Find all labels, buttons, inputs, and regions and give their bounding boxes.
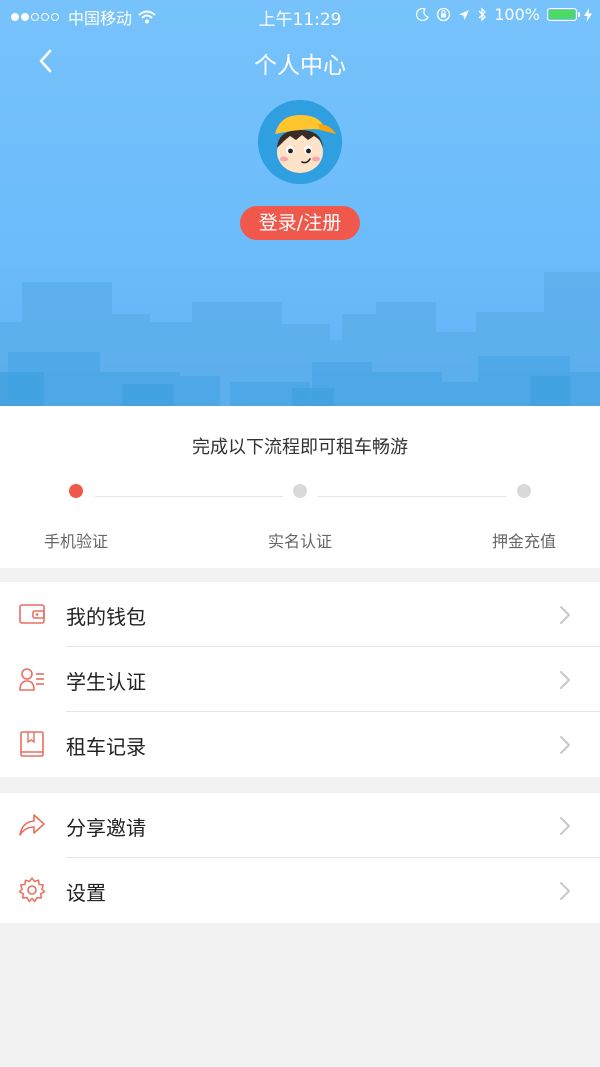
step-dot-phone (69, 484, 83, 498)
menu-label: 我的钱包 (66, 605, 146, 629)
login-register-button[interactable]: 登录/注册 (240, 206, 360, 240)
menu-item-wallet[interactable]: 我的钱包 (0, 582, 600, 647)
menu-item-student-verification[interactable]: 学生认证 (0, 647, 600, 712)
menu-item-share-invite[interactable]: 分享邀请 (0, 793, 600, 858)
menu-label: 租车记录 (66, 735, 146, 759)
battery-level-fill (549, 10, 575, 19)
menu-item-settings[interactable]: 设置 (0, 858, 600, 923)
status-bar: 中国移动 上午11:29 100% (0, 0, 600, 30)
menu-item-rental-records[interactable]: 租车记录 (0, 712, 600, 777)
chevron-right-icon (560, 882, 570, 900)
battery-icon (547, 8, 580, 21)
charging-bolt-icon (584, 7, 592, 22)
moon-icon (416, 8, 430, 21)
rotation-lock-icon (437, 7, 451, 22)
cartoon-avatar-icon (258, 100, 342, 184)
settings-gear-icon (18, 877, 46, 903)
bluetooth-icon (478, 7, 487, 22)
menu-group-other: 分享邀请 设置 (0, 793, 600, 923)
step-connector-line (95, 496, 283, 497)
menu-label: 学生认证 (66, 670, 146, 694)
step-label-realname-verification[interactable]: 实名认证 (240, 528, 360, 552)
menu-label: 设置 (66, 881, 106, 905)
student-id-icon (19, 668, 44, 691)
location-arrow-icon (459, 9, 470, 20)
status-bar-right: 100% (416, 5, 592, 24)
chevron-right-icon (560, 817, 570, 835)
record-book-icon (20, 731, 44, 757)
step-dot-realname (293, 484, 307, 498)
chevron-right-icon (560, 606, 570, 624)
step-dot-deposit (517, 484, 531, 498)
chevron-right-icon (560, 736, 570, 754)
menu-group-account: 我的钱包 学生认证 租车记录 (0, 582, 600, 777)
avatar[interactable] (258, 100, 342, 184)
wallet-icon (19, 604, 45, 624)
step-connector-line (318, 496, 506, 497)
onboarding-progress: 完成以下流程即可租车畅游 手机验证 实名认证 押金充值 (0, 406, 600, 568)
step-label-deposit-recharge[interactable]: 押金充值 (464, 528, 584, 552)
step-label-phone-verification[interactable]: 手机验证 (16, 528, 136, 552)
progress-title: 完成以下流程即可租车畅游 (192, 437, 408, 458)
page-title: 个人中心 (254, 53, 346, 79)
share-icon (19, 814, 45, 836)
chevron-right-icon (560, 671, 570, 689)
battery-percentage: 100% (494, 5, 540, 24)
menu-label: 分享邀请 (66, 816, 146, 840)
profile-header: 中国移动 上午11:29 100% 个人中心 登录/注册 (0, 0, 600, 406)
